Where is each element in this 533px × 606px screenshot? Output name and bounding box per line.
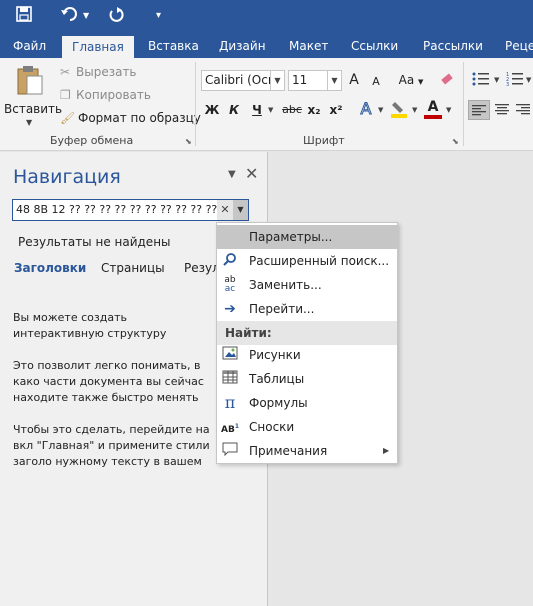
align-right-icon[interactable]: [513, 100, 533, 120]
save-icon[interactable]: [15, 5, 33, 29]
tab-references[interactable]: Ссылки: [351, 34, 398, 58]
chevron-down-icon[interactable]: ▼: [327, 71, 341, 90]
search-dropdown-icon[interactable]: ▼: [233, 200, 248, 220]
find-section-header: Найти:: [217, 321, 397, 345]
cut-button[interactable]: ✂ Вырезать: [60, 65, 137, 79]
tab-results[interactable]: Резул: [184, 261, 220, 275]
menu-item-comments[interactable]: Примечания ▶: [217, 439, 397, 463]
eraser-icon: [439, 73, 455, 89]
bullets-dropdown-icon[interactable]: ▼: [494, 76, 499, 84]
format-painter-icon: 🖌: [60, 111, 76, 125]
highlight-button[interactable]: [390, 100, 408, 123]
text-effects-dropdown-icon[interactable]: ▼: [378, 106, 383, 114]
ribbon-tabs: Файл Главная Вставка Дизайн Макет Ссылки…: [0, 34, 533, 58]
replace-icon: ab ac: [224, 275, 236, 294]
tab-home[interactable]: Главная: [62, 36, 134, 58]
search-query: 48 8B 12 ?? ?? ?? ?? ?? ?? ?? ?? ?? ?? ?…: [16, 203, 218, 216]
tab-layout[interactable]: Макет: [289, 34, 328, 58]
menu-item-advanced-find[interactable]: Расширенный поиск...: [217, 249, 397, 273]
numbering-icon[interactable]: 123: [506, 71, 526, 89]
copy-icon: ❐: [60, 88, 71, 102]
dialog-launcher-icon[interactable]: ⬊: [452, 137, 459, 146]
copy-button[interactable]: ❐ Копировать: [60, 88, 151, 102]
bold-button[interactable]: Ж: [203, 101, 221, 119]
tab-pages[interactable]: Страницы: [101, 261, 165, 275]
search-options-menu: Параметры... Расширенный поиск... ab ac З…: [216, 222, 398, 464]
clear-search-icon[interactable]: ✕: [217, 200, 233, 220]
submenu-arrow-icon: ▶: [383, 446, 390, 455]
pi-icon: π: [224, 393, 236, 412]
paste-label: Вставить: [4, 102, 63, 116]
tab-headings[interactable]: Заголовки: [14, 261, 86, 275]
clipboard-group-label: Буфер обмена: [50, 134, 134, 147]
title-bar: ▼ ▾: [0, 0, 533, 34]
align-center-icon[interactable]: [492, 100, 512, 120]
tab-file[interactable]: Файл: [13, 34, 46, 58]
underline-button[interactable]: Ч: [248, 101, 266, 119]
font-group-label: Шрифт: [303, 134, 345, 147]
text-effects-button[interactable]: A: [356, 99, 376, 118]
menu-item-equations[interactable]: π Формулы: [217, 391, 397, 415]
tab-insert[interactable]: Вставка: [148, 34, 199, 58]
format-painter-button[interactable]: 🖌 Формат по образцу: [60, 111, 201, 125]
strikethrough-button[interactable]: abc: [280, 101, 304, 119]
clear-formatting-button[interactable]: [438, 70, 456, 91]
undo-dropdown-icon[interactable]: ▼: [83, 5, 89, 27]
table-icon: [221, 370, 239, 388]
scissors-icon: ✂: [60, 65, 71, 79]
help-paragraph: Это позволит легко понимать, в како част…: [13, 359, 204, 404]
font-color-dropdown-icon[interactable]: ▼: [446, 106, 451, 114]
group-separator: [195, 62, 196, 146]
picture-icon: [221, 346, 239, 364]
menu-item-replace[interactable]: ab ac Заменить...: [217, 273, 397, 297]
pane-title: Навигация: [13, 166, 121, 188]
font-name-combo[interactable]: Calibri (Осн ▼: [201, 70, 285, 91]
align-left-icon[interactable]: [468, 100, 490, 120]
search-input[interactable]: 48 8B 12 ?? ?? ?? ?? ?? ?? ?? ?? ?? ?? ?…: [12, 199, 249, 221]
goto-arrow-icon: ➔: [224, 301, 236, 317]
pane-options-icon[interactable]: ▼: [228, 169, 236, 180]
tab-design[interactable]: Дизайн: [219, 34, 266, 58]
paste-icon: [16, 64, 44, 99]
redo-icon[interactable]: [107, 5, 125, 29]
group-separator: [463, 62, 464, 146]
tab-mailings[interactable]: Рассылки: [423, 34, 483, 58]
footnote-icon: AB1: [221, 423, 240, 435]
menu-item-pictures[interactable]: Рисунки: [217, 343, 397, 367]
search-icon: [221, 252, 239, 270]
dialog-launcher-icon[interactable]: ⬊: [185, 137, 192, 146]
help-paragraph: Вы можете создать интерактивную структур…: [13, 311, 167, 340]
close-icon[interactable]: ✕: [245, 164, 258, 183]
help-paragraph: Чтобы это сделать, перейдите на вкл "Гла…: [13, 423, 210, 468]
superscript-button[interactable]: x²: [328, 101, 344, 119]
highlighter-icon: [391, 102, 407, 121]
menu-item-goto[interactable]: ➔ Перейти...: [217, 297, 397, 321]
bullets-icon[interactable]: [472, 71, 492, 89]
change-case-button[interactable]: Aa ▼: [395, 71, 427, 91]
shrink-font-button[interactable]: A: [368, 73, 384, 91]
highlight-dropdown-icon[interactable]: ▼: [412, 106, 417, 114]
tab-review[interactable]: Реце: [505, 34, 533, 58]
undo-icon[interactable]: [60, 5, 80, 29]
subscript-button[interactable]: x₂: [306, 101, 322, 119]
font-color-button[interactable]: A: [424, 100, 442, 119]
chevron-down-icon[interactable]: ▼: [270, 71, 284, 90]
chevron-down-icon: ▼: [26, 118, 33, 127]
comment-icon: [221, 442, 239, 460]
svg-text:3: 3: [506, 82, 509, 87]
grow-font-button[interactable]: A: [346, 71, 362, 89]
menu-item-tables[interactable]: Таблицы: [217, 367, 397, 391]
no-results-text: Результаты не найдены: [18, 235, 171, 249]
font-size-combo[interactable]: 11 ▼: [288, 70, 342, 91]
underline-dropdown-icon[interactable]: ▼: [268, 106, 273, 114]
numbering-dropdown-icon[interactable]: ▼: [526, 76, 531, 84]
menu-item-footnotes[interactable]: AB1 Сноски: [217, 415, 397, 439]
italic-button[interactable]: К: [225, 101, 243, 119]
menu-item-options[interactable]: Параметры...: [217, 225, 397, 249]
customize-qat-icon[interactable]: ▾: [156, 5, 161, 27]
paste-button[interactable]: Вставить ▼: [4, 62, 62, 128]
ribbon: Вставить ▼ ✂ Вырезать ❐ Копировать 🖌 Формат…: [0, 58, 533, 151]
